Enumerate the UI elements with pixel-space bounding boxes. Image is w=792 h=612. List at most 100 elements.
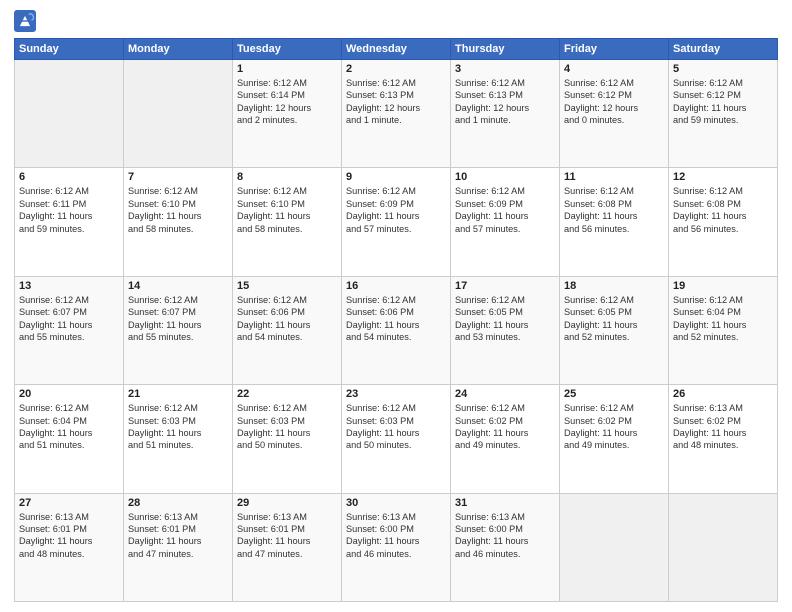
day-number: 9 (346, 171, 446, 183)
cell-info: Sunrise: 6:13 AMSunset: 6:02 PMDaylight:… (673, 402, 773, 452)
day-number: 16 (346, 280, 446, 292)
cell-info: Sunrise: 6:12 AMSunset: 6:13 PMDaylight:… (455, 77, 555, 127)
calendar-cell: 31 Sunrise: 6:13 AMSunset: 6:00 PMDayligh… (451, 493, 560, 601)
cell-info: Sunrise: 6:12 AMSunset: 6:09 PMDaylight:… (346, 185, 446, 235)
day-number: 27 (19, 497, 119, 509)
logo (14, 10, 40, 32)
day-number: 18 (564, 280, 664, 292)
calendar-cell: 4 Sunrise: 6:12 AMSunset: 6:12 PMDaylight… (560, 60, 669, 168)
calendar-cell: 23 Sunrise: 6:12 AMSunset: 6:03 PMDayligh… (342, 385, 451, 493)
weekday-header-wednesday: Wednesday (342, 39, 451, 60)
calendar-cell: 6Sunrise: 6:12 AMSunset: 6:11 PMDaylight… (15, 168, 124, 276)
day-number: 31 (455, 497, 555, 509)
calendar-cell: 14 Sunrise: 6:12 AMSunset: 6:07 PMDayligh… (124, 276, 233, 384)
day-number: 2 (346, 63, 446, 75)
cell-info: Sunrise: 6:13 AMSunset: 6:00 PMDaylight:… (346, 511, 446, 561)
cell-info: Sunrise: 6:12 AMSunset: 6:02 PMDaylight:… (455, 402, 555, 452)
cell-info: Sunrise: 6:12 AMSunset: 6:10 PMDaylight:… (237, 185, 337, 235)
calendar-cell (124, 60, 233, 168)
calendar-cell: 21 Sunrise: 6:12 AMSunset: 6:03 PMDayligh… (124, 385, 233, 493)
day-number: 21 (128, 388, 228, 400)
cell-info: Sunrise: 6:12 AMSunset: 6:07 PMDaylight:… (128, 294, 228, 344)
cell-info: Sunrise: 6:12 AMSunset: 6:11 PMDaylight:… (19, 185, 119, 235)
calendar-cell (560, 493, 669, 601)
cell-info: Sunrise: 6:12 AMSunset: 6:08 PMDaylight:… (564, 185, 664, 235)
calendar-cell: 19 Sunrise: 6:12 AMSunset: 6:04 PMDayligh… (669, 276, 778, 384)
logo-icon (14, 10, 36, 32)
cell-info: Sunrise: 6:12 AMSunset: 6:12 PMDaylight:… (564, 77, 664, 127)
weekday-header-saturday: Saturday (669, 39, 778, 60)
calendar-cell: 26 Sunrise: 6:13 AMSunset: 6:02 PMDayligh… (669, 385, 778, 493)
day-number: 26 (673, 388, 773, 400)
cell-info: Sunrise: 6:12 AMSunset: 6:13 PMDaylight:… (346, 77, 446, 127)
day-number: 7 (128, 171, 228, 183)
calendar-cell (15, 60, 124, 168)
day-number: 25 (564, 388, 664, 400)
calendar-cell: 28 Sunrise: 6:13 AMSunset: 6:01 PMDayligh… (124, 493, 233, 601)
day-number: 23 (346, 388, 446, 400)
cell-info: Sunrise: 6:12 AMSunset: 6:09 PMDaylight:… (455, 185, 555, 235)
calendar-cell: 8 Sunrise: 6:12 AMSunset: 6:10 PMDaylight… (233, 168, 342, 276)
day-number: 12 (673, 171, 773, 183)
day-number: 28 (128, 497, 228, 509)
calendar-cell: 5Sunrise: 6:12 AMSunset: 6:12 PMDaylight… (669, 60, 778, 168)
calendar-cell: 13 Sunrise: 6:12 AMSunset: 6:07 PMDayligh… (15, 276, 124, 384)
calendar-cell: 1 Sunrise: 6:12 AMSunset: 6:14 PMDaylight… (233, 60, 342, 168)
cell-info: Sunrise: 6:12 AMSunset: 6:04 PMDaylight:… (673, 294, 773, 344)
day-number: 3 (455, 63, 555, 75)
calendar-cell: 9 Sunrise: 6:12 AMSunset: 6:09 PMDaylight… (342, 168, 451, 276)
day-number: 5 (673, 63, 773, 75)
day-number: 8 (237, 171, 337, 183)
day-number: 22 (237, 388, 337, 400)
day-number: 13 (19, 280, 119, 292)
cell-info: Sunrise: 6:13 AMSunset: 6:00 PMDaylight:… (455, 511, 555, 561)
cell-info: Sunrise: 6:12 AMSunset: 6:06 PMDaylight:… (346, 294, 446, 344)
weekday-header-thursday: Thursday (451, 39, 560, 60)
day-number: 15 (237, 280, 337, 292)
cell-info: Sunrise: 6:13 AMSunset: 6:01 PMDaylight:… (237, 511, 337, 561)
cell-info: Sunrise: 6:12 AMSunset: 6:14 PMDaylight:… (237, 77, 337, 127)
cell-info: Sunrise: 6:13 AMSunset: 6:01 PMDaylight:… (128, 511, 228, 561)
day-number: 30 (346, 497, 446, 509)
day-number: 24 (455, 388, 555, 400)
calendar-cell: 30 Sunrise: 6:13 AMSunset: 6:00 PMDayligh… (342, 493, 451, 601)
cell-info: Sunrise: 6:12 AMSunset: 6:03 PMDaylight:… (128, 402, 228, 452)
weekday-header-friday: Friday (560, 39, 669, 60)
day-number: 20 (19, 388, 119, 400)
cell-info: Sunrise: 6:12 AMSunset: 6:06 PMDaylight:… (237, 294, 337, 344)
calendar-cell: 7 Sunrise: 6:12 AMSunset: 6:10 PMDaylight… (124, 168, 233, 276)
calendar-cell: 24 Sunrise: 6:12 AMSunset: 6:02 PMDayligh… (451, 385, 560, 493)
calendar-cell (669, 493, 778, 601)
calendar-cell: 20 Sunrise: 6:12 AMSunset: 6:04 PMDayligh… (15, 385, 124, 493)
calendar-cell: 25 Sunrise: 6:12 AMSunset: 6:02 PMDayligh… (560, 385, 669, 493)
cell-info: Sunrise: 6:12 AMSunset: 6:08 PMDaylight:… (673, 185, 773, 235)
calendar-cell: 15 Sunrise: 6:12 AMSunset: 6:06 PMDayligh… (233, 276, 342, 384)
cell-info: Sunrise: 6:12 AMSunset: 6:03 PMDaylight:… (346, 402, 446, 452)
calendar-cell: 3 Sunrise: 6:12 AMSunset: 6:13 PMDaylight… (451, 60, 560, 168)
calendar-cell: 18 Sunrise: 6:12 AMSunset: 6:05 PMDayligh… (560, 276, 669, 384)
cell-info: Sunrise: 6:13 AMSunset: 6:01 PMDaylight:… (19, 511, 119, 561)
day-number: 29 (237, 497, 337, 509)
day-number: 4 (564, 63, 664, 75)
cell-info: Sunrise: 6:12 AMSunset: 6:07 PMDaylight:… (19, 294, 119, 344)
weekday-header-monday: Monday (124, 39, 233, 60)
calendar-cell: 12 Sunrise: 6:12 AMSunset: 6:08 PMDayligh… (669, 168, 778, 276)
calendar-cell: 29 Sunrise: 6:13 AMSunset: 6:01 PMDayligh… (233, 493, 342, 601)
cell-info: Sunrise: 6:12 AMSunset: 6:03 PMDaylight:… (237, 402, 337, 452)
day-number: 19 (673, 280, 773, 292)
day-number: 17 (455, 280, 555, 292)
calendar-cell: 27 Sunrise: 6:13 AMSunset: 6:01 PMDayligh… (15, 493, 124, 601)
calendar-cell: 16 Sunrise: 6:12 AMSunset: 6:06 PMDayligh… (342, 276, 451, 384)
cell-info: Sunrise: 6:12 AMSunset: 6:10 PMDaylight:… (128, 185, 228, 235)
day-number: 11 (564, 171, 664, 183)
cell-info: Sunrise: 6:12 AMSunset: 6:05 PMDaylight:… (455, 294, 555, 344)
weekday-header-sunday: Sunday (15, 39, 124, 60)
day-number: 1 (237, 63, 337, 75)
cell-info: Sunrise: 6:12 AMSunset: 6:02 PMDaylight:… (564, 402, 664, 452)
calendar-table: SundayMondayTuesdayWednesdayThursdayFrid… (14, 38, 778, 602)
calendar-cell: 2 Sunrise: 6:12 AMSunset: 6:13 PMDaylight… (342, 60, 451, 168)
cell-info: Sunrise: 6:12 AMSunset: 6:04 PMDaylight:… (19, 402, 119, 452)
calendar-cell: 11 Sunrise: 6:12 AMSunset: 6:08 PMDayligh… (560, 168, 669, 276)
cell-info: Sunrise: 6:12 AMSunset: 6:05 PMDaylight:… (564, 294, 664, 344)
day-number: 14 (128, 280, 228, 292)
